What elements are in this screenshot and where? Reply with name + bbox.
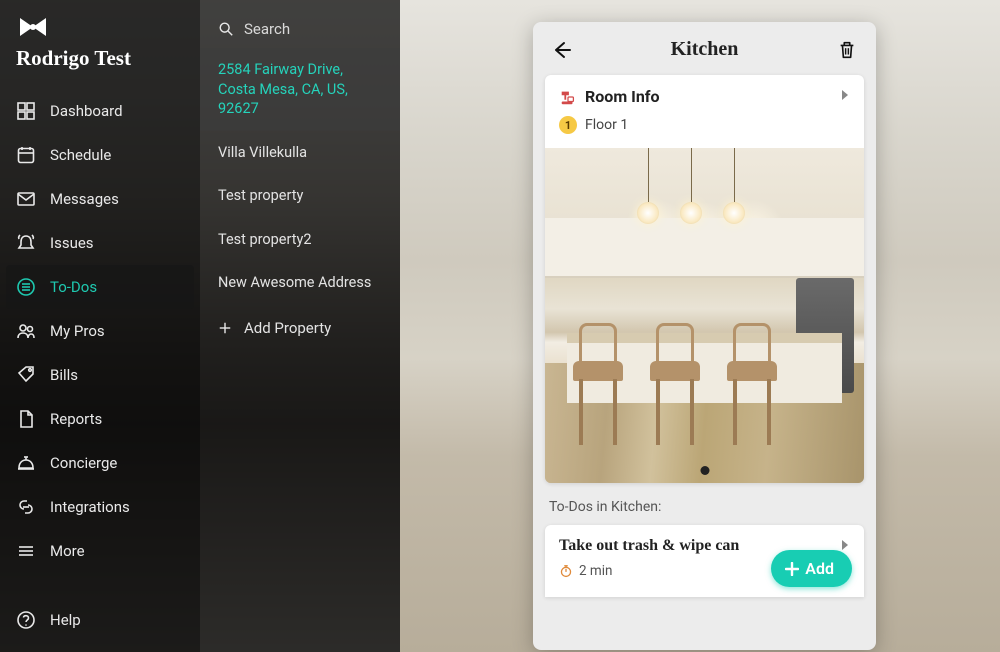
property-item-active[interactable]: 2584 Fairway Drive, Costa Mesa, CA, US, … [200,48,400,131]
property-item[interactable]: Test property [200,174,400,218]
sidebar-item-help[interactable]: Help [0,598,200,642]
sidebar-item-mypros[interactable]: My Pros [0,309,200,353]
sidebar-item-label: Concierge [50,454,117,472]
property-label: Test property [218,187,303,204]
mixer-icon [559,88,577,106]
sidebar-item-messages[interactable]: Messages [0,177,200,221]
sidebar-item-label: Help [50,611,81,629]
todo-duration: 2 min [579,563,613,579]
sidebar-item-label: Bills [50,366,78,384]
floor-row: 1 Floor 1 [545,110,864,148]
sidebar-item-todos[interactable]: To-Dos [6,265,194,309]
room-photo[interactable] [545,148,864,483]
plus-icon [785,562,799,576]
stopwatch-icon [559,564,573,578]
sidebar-item-bills[interactable]: Bills [0,353,200,397]
back-button[interactable] [551,39,573,61]
sidebar-item-reports[interactable]: Reports [0,397,200,441]
chevron-right-icon [840,89,850,101]
brand-title: Rodrigo Test [0,44,200,89]
sidebar-item-label: Issues [50,234,94,252]
sidebar-item-schedule[interactable]: Schedule [0,133,200,177]
todos-section-label: To-Dos in Kitchen: [545,497,864,525]
property-label: 2584 Fairway Drive, Costa Mesa, CA, US, … [218,61,348,117]
add-property-label: Add Property [244,319,331,337]
chevron-right-icon [840,539,850,551]
floor-badge-icon: 1 [559,116,577,134]
add-property-button[interactable]: Add Property [200,305,400,351]
sidebar-item-label: My Pros [50,322,105,340]
detail-title: Kitchen [671,38,739,61]
property-label: New Awesome Address [218,274,371,291]
document-icon [16,409,36,429]
carousel-dot[interactable] [700,466,709,475]
sidebar-item-label: Integrations [50,498,130,516]
add-button[interactable]: Add [771,550,852,587]
envelope-icon [16,189,36,209]
detail-panel: Kitchen Room Info 1 Floor 1 [533,22,876,650]
property-item[interactable]: New Awesome Address [200,261,400,305]
sidebar-item-label: Messages [50,190,119,208]
main-sidebar: Rodrigo Test Dashboard Schedule Messages… [0,0,200,652]
list-icon [16,277,36,297]
search-input[interactable]: Search [200,0,400,48]
search-icon [218,21,234,37]
property-item[interactable]: Villa Villekulla [200,131,400,175]
room-info-card[interactable]: Room Info 1 Floor 1 [545,75,864,483]
room-info-header: Room Info [545,75,864,110]
property-panel: Search 2584 Fairway Drive, Costa Mesa, C… [200,0,400,652]
detail-header: Kitchen [545,32,864,75]
delete-button[interactable] [836,39,858,61]
link-icon [16,497,36,517]
todo-card[interactable]: Take out trash & wipe can 2 min Add [545,525,864,597]
concierge-icon [16,453,36,473]
sidebar-item-label: Reports [50,410,102,428]
property-item[interactable]: Test property2 [200,218,400,262]
dashboard-icon [16,101,36,121]
sidebar-item-dashboard[interactable]: Dashboard [0,89,200,133]
bell-icon [16,233,36,253]
room-info-label: Room Info [585,87,660,106]
sidebar-item-more[interactable]: More [0,529,200,573]
property-label: Villa Villekulla [218,144,307,161]
property-label: Test property2 [218,231,312,248]
sidebar-item-issues[interactable]: Issues [0,221,200,265]
add-button-label: Add [805,559,834,578]
app-logo-icon [16,14,50,40]
floor-label: Floor 1 [585,117,628,133]
plus-icon [218,321,232,335]
people-icon [16,321,36,341]
sidebar-item-label: Dashboard [50,102,123,120]
sidebar-item-label: More [50,542,85,560]
calendar-icon [16,145,36,165]
sidebar-item-concierge[interactable]: Concierge [0,441,200,485]
sidebar-item-label: To-Dos [50,278,97,296]
menu-icon [16,541,36,561]
search-label: Search [244,20,290,38]
help-icon [16,610,36,630]
tag-icon [16,365,36,385]
sidebar-item-label: Schedule [50,146,111,164]
sidebar-item-integrations[interactable]: Integrations [0,485,200,529]
